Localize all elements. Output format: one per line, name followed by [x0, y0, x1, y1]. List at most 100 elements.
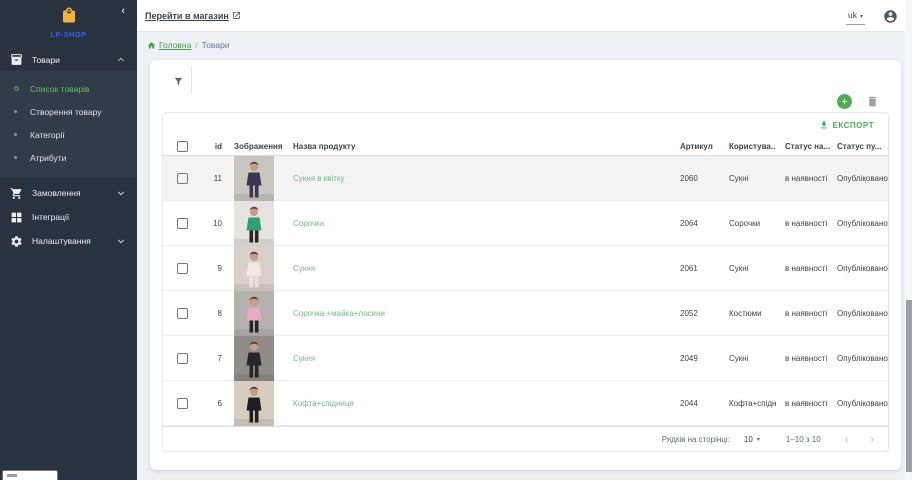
- product-link[interactable]: Кофта+спідниця: [286, 399, 671, 408]
- col-publish-status[interactable]: Статус пу...: [828, 142, 888, 151]
- cart-icon: [10, 187, 23, 200]
- sidebar-item-integrations[interactable]: Інтеграції: [0, 205, 137, 229]
- col-stock-status[interactable]: Статус на...: [776, 142, 828, 151]
- sidebar-item-label: Створення товару: [30, 107, 102, 117]
- prev-page-button[interactable]: ‹: [845, 435, 849, 445]
- rows-per-page-label: Рядків на сторінці:: [662, 435, 730, 444]
- language-select[interactable]: uk▾: [846, 8, 865, 25]
- sidebar-item-label: Категорії: [30, 130, 65, 140]
- col-sku[interactable]: Артикул: [671, 142, 719, 151]
- product-link[interactable]: Сукня: [286, 354, 671, 363]
- col-id[interactable]: id: [201, 142, 226, 151]
- row-stock: в наявності: [776, 264, 828, 273]
- row-stock: в наявності: [776, 354, 828, 363]
- table-row[interactable]: 10 Сорочка 2064 Сорочки в наявності Опуб…: [163, 201, 888, 246]
- export-row: ЕКСПОРТ: [163, 113, 888, 137]
- table-row[interactable]: 8 Сорочка +майка+лосини 2052 Костюми в н…: [163, 291, 888, 336]
- row-stock: в наявності: [776, 174, 828, 183]
- trash-icon[interactable]: [866, 95, 879, 108]
- table-row[interactable]: 6 Кофта+спідниця 2044 Кофта+спідниці в н…: [163, 381, 888, 426]
- row-checkbox[interactable]: [177, 173, 188, 184]
- download-icon: [819, 120, 829, 130]
- products-panel: ЕКСПОРТ id Зображення Назва продукту Арт…: [150, 60, 901, 470]
- breadcrumb-current: Товари: [202, 40, 230, 50]
- row-sku: 2049: [671, 354, 719, 363]
- account-icon[interactable]: [883, 9, 898, 24]
- inventory-icon: [10, 53, 23, 66]
- row-sku: 2064: [671, 219, 719, 228]
- product-link[interactable]: Сукня: [286, 264, 671, 273]
- row-checkbox[interactable]: [177, 263, 188, 274]
- sidebar-item-product-list[interactable]: Список товарів: [0, 77, 137, 100]
- select-all-checkbox[interactable]: [177, 141, 188, 152]
- product-link[interactable]: Сорочка +майка+лосини: [286, 309, 671, 318]
- next-page-button[interactable]: ›: [870, 435, 874, 445]
- row-checkbox[interactable]: [177, 353, 188, 364]
- breadcrumb-separator: /: [195, 40, 197, 50]
- table-row[interactable]: 11 Сукня в квітку 2060 Сукні в наявності…: [163, 156, 888, 201]
- export-button[interactable]: ЕКСПОРТ: [819, 120, 874, 130]
- row-category: Сорочки: [719, 219, 776, 228]
- brand-name: LP-SHOP: [0, 30, 137, 39]
- rows-per-page-select[interactable]: 10▾: [744, 435, 760, 444]
- row-category: Костюми: [719, 309, 776, 318]
- row-checkbox[interactable]: [177, 308, 188, 319]
- row-sku: 2044: [671, 399, 719, 408]
- row-category: Сукні: [719, 174, 776, 183]
- apps-grid-icon: [10, 211, 23, 224]
- logo[interactable]: LP-SHOP: [0, 6, 137, 39]
- filter-button[interactable]: [167, 70, 189, 92]
- col-category[interactable]: Користува...: [719, 142, 776, 151]
- sidebar-item-categories[interactable]: Категорії: [0, 123, 137, 146]
- sidebar-item-create-product[interactable]: Створення товару: [0, 100, 137, 123]
- rows-per-page-value: 10: [744, 435, 753, 444]
- sidebar-collapse-icon[interactable]: ‹: [121, 4, 125, 18]
- col-name[interactable]: Назва продукту: [286, 142, 671, 151]
- chevron-down-icon: [117, 237, 125, 245]
- topbar: Перейти в магазин uk▾: [137, 0, 912, 32]
- topbar-right: uk▾: [846, 0, 898, 32]
- scrollbar-track[interactable]: [905, 0, 912, 480]
- sidebar-item-products[interactable]: Товари: [0, 48, 137, 71]
- shopping-bag-logo-icon: [60, 6, 78, 24]
- row-checkbox[interactable]: [177, 218, 188, 229]
- caret-down-icon: ▾: [860, 14, 863, 20]
- go-to-shop-link[interactable]: Перейти в магазин: [145, 11, 241, 21]
- bullet-icon: [14, 110, 17, 113]
- bullet-icon: [14, 133, 17, 136]
- plus-icon: [840, 97, 849, 106]
- table-actions: [837, 94, 879, 109]
- row-category: Сукні: [719, 354, 776, 363]
- row-pub: Опубліковано: [828, 174, 888, 183]
- product-link[interactable]: Сорочка: [286, 219, 671, 228]
- product-thumbnail: [234, 246, 274, 291]
- col-image: Зображення: [226, 142, 286, 151]
- export-label: ЕКСПОРТ: [833, 121, 874, 130]
- row-pub: Опубліковано: [828, 309, 888, 318]
- go-to-shop-label: Перейти в магазин: [145, 11, 229, 21]
- filter-funnel-icon: [173, 76, 184, 87]
- sidebar-item-attributes[interactable]: Атрибути: [0, 146, 137, 169]
- sidebar-item-orders[interactable]: Замовлення: [0, 181, 137, 205]
- row-category: Сукні: [719, 264, 776, 273]
- table-row[interactable]: 7 Сукня 2049 Сукні в наявності Опубліков…: [163, 336, 888, 381]
- scrollbar-thumb[interactable]: [906, 300, 912, 472]
- pagination-range: 1–10 з 10: [786, 435, 821, 444]
- language-value: uk: [848, 10, 857, 20]
- add-product-button[interactable]: [837, 94, 852, 109]
- external-link-icon: [232, 11, 241, 20]
- sidebar: LP-SHOP ‹ Товари Список товарів Створенн…: [0, 0, 137, 480]
- product-link[interactable]: Сукня в квітку: [286, 174, 671, 183]
- sidebar-item-settings[interactable]: Налаштування: [0, 229, 137, 253]
- table-row[interactable]: 9 Сукня 2061 Сукні в наявності Опубліков…: [163, 246, 888, 291]
- product-thumbnail: [234, 336, 274, 381]
- row-checkbox[interactable]: [177, 398, 188, 409]
- sidebar-item-label: Товари: [32, 55, 60, 65]
- row-category: Кофта+спідниці: [719, 399, 776, 408]
- product-thumbnail: [234, 201, 274, 246]
- table-body: 11 Сукня в квітку 2060 Сукні в наявності…: [163, 156, 888, 426]
- product-thumbnail: [234, 291, 274, 336]
- breadcrumb-home-link[interactable]: Головна: [147, 40, 191, 50]
- row-sku: 2061: [671, 264, 719, 273]
- breadcrumb-home-label: Головна: [159, 40, 191, 50]
